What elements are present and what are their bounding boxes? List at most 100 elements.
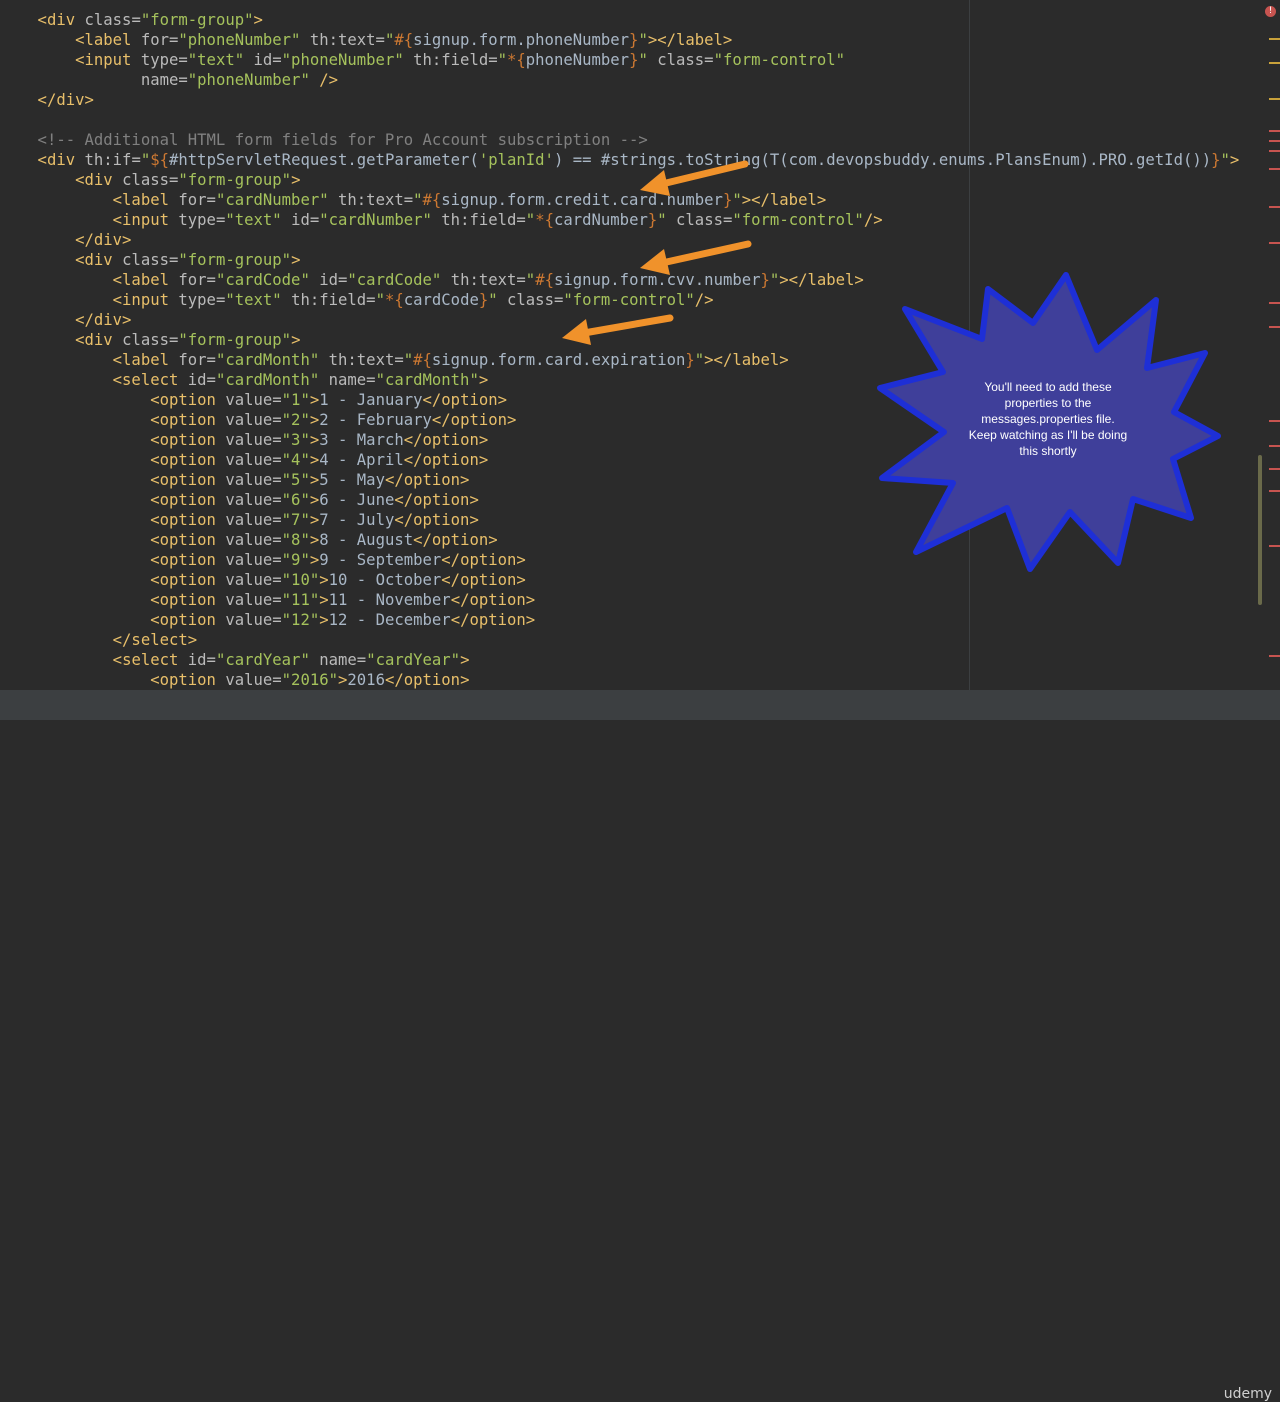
code-line[interactable]: <option value="11">11 - November</option… xyxy=(0,590,535,610)
code-token: <option xyxy=(0,551,226,569)
code-token: </div> xyxy=(0,311,132,329)
code-token: <div xyxy=(0,331,123,349)
code-line[interactable]: <option value="2">2 - February</option> xyxy=(0,410,516,430)
code-token: } xyxy=(722,191,733,209)
code-line[interactable]: <option value="3">3 - March</option> xyxy=(0,430,488,450)
code-line[interactable]: name="phoneNumber" /> xyxy=(0,70,338,90)
code-token: "form-group" xyxy=(178,171,292,189)
status-bar: udemy xyxy=(0,690,1280,1402)
code-token: 6 - June xyxy=(319,491,395,509)
code-line[interactable]: </select> xyxy=(0,630,198,650)
code-token: value= xyxy=(225,391,282,409)
code-token: "text" xyxy=(225,291,292,309)
code-line[interactable]: <label for="cardMonth" th:text="#{signup… xyxy=(0,350,789,370)
code-token: == xyxy=(572,151,601,169)
code-token: value= xyxy=(225,431,282,449)
code-line[interactable]: <div class="form-group"> xyxy=(0,330,300,350)
code-token: "cardNumber" xyxy=(215,191,339,209)
code-token: "form-control" xyxy=(713,51,846,69)
callout-line: properties to the xyxy=(1004,396,1092,410)
code-line[interactable]: <input type="text" id="phoneNumber" th:f… xyxy=(0,50,845,70)
scrollbar-thumb[interactable] xyxy=(1258,455,1262,605)
code-line[interactable]: </div> xyxy=(0,310,131,330)
code-token: } xyxy=(647,211,658,229)
code-token: <input xyxy=(0,51,141,69)
code-token: type= xyxy=(178,291,226,309)
code-token: } xyxy=(478,291,489,309)
code-token: th:text= xyxy=(328,351,404,369)
code-token: *{ xyxy=(507,51,526,69)
code-token: ></label> xyxy=(741,191,827,209)
code-token: type= xyxy=(140,51,188,69)
code-line[interactable]: <!-- Additional HTML form fields for Pro… xyxy=(0,130,648,150)
code-line[interactable]: <option value="6">6 - June</option> xyxy=(0,490,479,510)
code-token: > xyxy=(253,11,263,29)
error-indicator-icon[interactable]: ! xyxy=(1265,6,1276,17)
code-token: 5 - May xyxy=(319,471,385,489)
code-token: <label xyxy=(0,271,179,289)
code-token: } xyxy=(1211,151,1221,169)
scroll-marker xyxy=(1269,655,1280,657)
code-token: " xyxy=(403,351,414,369)
code-line[interactable]: <option value="12">12 - December</option… xyxy=(0,610,535,630)
code-line[interactable]: <option value="4">4 - April</option> xyxy=(0,450,488,470)
code-line[interactable]: </div> xyxy=(0,90,94,110)
code-line[interactable]: <label for="phoneNumber" th:text="#{sign… xyxy=(0,30,732,50)
code-token: value= xyxy=(225,531,282,549)
code-token: value= xyxy=(225,611,282,629)
code-line[interactable]: <input type="text" id="cardNumber" th:fi… xyxy=(0,210,883,230)
code-line[interactable]: <option value="8">8 - August</option> xyxy=(0,530,498,550)
code-token: 1 - January xyxy=(319,391,423,409)
code-line[interactable]: <div class="form-group"> xyxy=(0,170,300,190)
code-token: </option> xyxy=(450,611,536,629)
code-line[interactable]: <input type="text" th:field="*{cardCode}… xyxy=(0,290,714,310)
code-token: "form-group" xyxy=(140,11,254,29)
code-token: </option> xyxy=(441,571,526,589)
code-token: "cardYear" xyxy=(366,651,461,669)
code-token: id= xyxy=(187,651,216,669)
code-token: > xyxy=(309,491,320,509)
code-line[interactable]: <option value="5">5 - May</option> xyxy=(0,470,469,490)
code-line[interactable]: <select id="cardYear" name="cardYear"> xyxy=(0,650,470,670)
code-token: id= xyxy=(291,211,320,229)
code-line[interactable]: <div th:if="${#httpServletRequest.getPar… xyxy=(0,150,1240,170)
code-token: <div xyxy=(0,151,85,169)
code-line[interactable]: <option value="1">1 - January</option> xyxy=(0,390,507,410)
code-token: name= xyxy=(140,71,188,89)
code-token: value= xyxy=(225,571,282,589)
code-token: </option> xyxy=(384,471,470,489)
code-token: } xyxy=(685,351,695,369)
code-token: value= xyxy=(225,471,282,489)
code-line[interactable]: </div> xyxy=(0,230,131,250)
code-token: "9" xyxy=(281,551,310,569)
code-token: "2016" xyxy=(281,671,339,689)
code-token: <select xyxy=(0,371,188,389)
watermark-logo: udemy xyxy=(1223,1386,1272,1402)
code-line[interactable]: <div class="form-group"> xyxy=(0,10,263,30)
code-token: </option> xyxy=(413,531,498,549)
code-token: " xyxy=(413,191,423,209)
code-token: "form-group" xyxy=(178,331,292,349)
code-token: select xyxy=(122,651,188,669)
code-token: *{ xyxy=(384,291,404,309)
code-line[interactable]: <option value="2016">2016</option> xyxy=(0,670,469,690)
code-token: > xyxy=(291,331,301,349)
code-editor[interactable]: <div class="form-group"> <label for="pho… xyxy=(0,0,1280,690)
code-token: class= xyxy=(84,11,141,29)
code-token: 4 - April xyxy=(319,451,404,469)
scroll-marker xyxy=(1269,38,1280,40)
code-line[interactable]: <option value="7">7 - July</option> xyxy=(0,510,479,530)
code-token: "cardCode" xyxy=(215,271,320,289)
scroll-marker xyxy=(1269,98,1280,100)
code-token: #{ xyxy=(422,191,442,209)
code-line[interactable]: <label for="cardCode" id="cardCode" th:t… xyxy=(0,270,864,290)
code-token: for= xyxy=(140,31,179,49)
code-line[interactable]: <select id="cardMonth" name="cardMonth"> xyxy=(0,370,489,390)
code-line[interactable]: <div class="form-group"> xyxy=(0,250,300,270)
code-token: value= xyxy=(225,451,282,469)
code-line[interactable]: <label for="cardNumber" th:text="#{signu… xyxy=(0,190,827,210)
code-line[interactable]: <option value="9">9 - September</option> xyxy=(0,550,526,570)
code-token: #{ xyxy=(394,31,414,49)
code-token: " xyxy=(525,211,536,229)
code-line[interactable]: <option value="10">10 - October</option> xyxy=(0,570,526,590)
